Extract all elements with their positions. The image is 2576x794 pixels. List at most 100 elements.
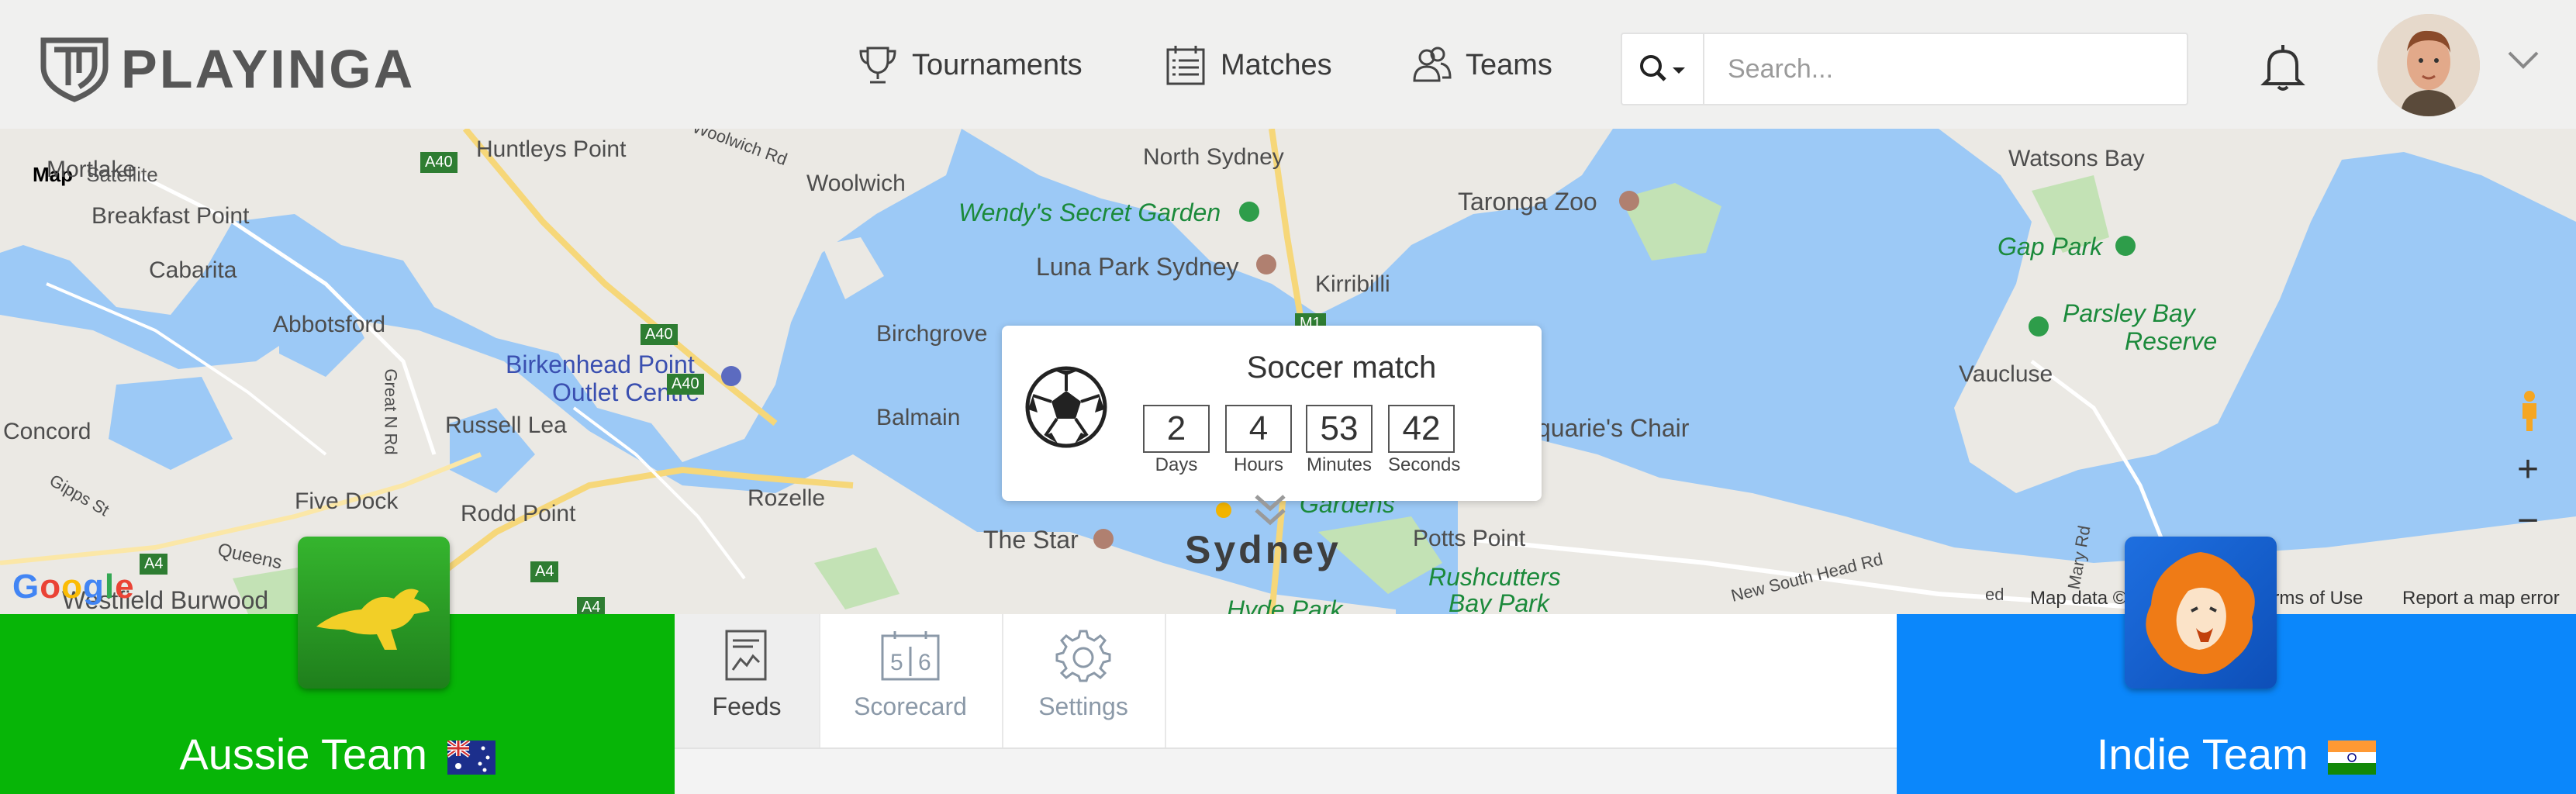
users-icon — [1413, 47, 1452, 82]
map-label: Cabarita — [149, 257, 237, 283]
countdown-label: Seconds — [1388, 454, 1461, 475]
park-marker-icon — [2029, 316, 2049, 337]
park-marker-icon — [1239, 202, 1259, 222]
australia-flag-icon — [447, 740, 496, 775]
map-label: Hyde Park — [1227, 596, 1343, 614]
poi-marker-icon — [1619, 191, 1639, 211]
map-label: Reserve — [2125, 327, 2218, 355]
scoreboard-digit: 6 — [918, 650, 931, 675]
poi-marker-icon — [1093, 529, 1114, 549]
search-input[interactable] — [1726, 53, 2163, 85]
map-label: Concord — [3, 419, 92, 444]
match-countdown-card[interactable]: Soccer match 2 Days 4 Hours 53 Minutes 4… — [1002, 326, 1542, 501]
nav-tournaments[interactable]: Tournaments — [856, 40, 1083, 90]
india-flag-icon — [2328, 740, 2377, 775]
street-view-pegman-icon[interactable] — [2517, 389, 2542, 433]
brand-logo[interactable]: PLAYINGA — [39, 36, 415, 102]
home-team-name-row: Aussie Team — [0, 729, 675, 779]
countdown-label: Hours — [1233, 454, 1284, 475]
scoreboard-digit: 5 — [890, 650, 903, 675]
map-label: The Star — [983, 526, 1079, 554]
map-label: Taronga Zoo — [1458, 188, 1597, 216]
kangaroo-logo-icon — [298, 537, 450, 689]
trophy-icon — [859, 47, 896, 84]
map-label: Rushcutters — [1428, 563, 1561, 591]
map-city-label: Sydney — [1185, 528, 1342, 571]
map-label: Bay Park — [1449, 589, 1549, 614]
zoom-out-button[interactable]: − — [2512, 502, 2543, 540]
road-shield: A4 — [530, 561, 559, 582]
chevron-down-icon[interactable] — [2506, 48, 2540, 71]
countdown-value: 4 — [1225, 405, 1292, 453]
map-label: Wendy's Secret Garden — [958, 198, 1221, 226]
map-label: Five Dock — [295, 488, 399, 514]
map-label: Watsons Bay — [2008, 146, 2145, 171]
map-label: Birchgrove — [876, 321, 988, 347]
nav-teams[interactable]: Teams — [1410, 40, 1552, 90]
map-label: Parsley Bay — [2063, 299, 2195, 327]
countdown-label: Days — [1155, 454, 1198, 475]
road-shield: A4 — [577, 597, 606, 614]
map-label: Breakfast Point — [92, 203, 250, 229]
road-shield: A40 — [667, 374, 704, 395]
countdown-value: 42 — [1388, 405, 1455, 453]
map-label: Potts Point — [1413, 526, 1526, 551]
tab-scorecard[interactable]: 5 6 Scorecard — [819, 614, 1003, 747]
road-shield: A4 — [140, 554, 168, 575]
double-chevron-down-icon[interactable] — [1250, 490, 1290, 532]
away-team-name: Indie Team — [2096, 730, 2308, 778]
tab-feeds-label: Feeds — [712, 692, 782, 720]
map-label: quarie's Chair — [1537, 414, 1690, 442]
search-icon — [1640, 55, 1685, 81]
road-shield: A40 — [641, 324, 678, 345]
nav-tournaments-label: Tournaments — [912, 48, 1083, 81]
nav-matches-label: Matches — [1221, 48, 1332, 81]
user-photo — [2377, 14, 2480, 116]
map-label: Russell Lea — [445, 413, 567, 438]
match-title: Soccer match — [1246, 350, 1437, 385]
map-label: Rozelle — [748, 485, 826, 511]
park-marker-icon — [2115, 236, 2136, 256]
home-team-logo[interactable] — [298, 537, 450, 689]
search-box — [1621, 33, 2188, 105]
tab-scorecard-label: Scorecard — [854, 692, 967, 720]
terms-of-use-link[interactable]: erms of Use — [2263, 588, 2363, 609]
brand-name: PLAYINGA — [121, 39, 416, 99]
countdown-hours: 4 Hours — [1225, 405, 1292, 476]
map-label: Vaucluse — [1959, 361, 2053, 387]
poi-marker-icon — [1256, 254, 1276, 274]
chart-document-icon — [725, 630, 767, 681]
zoom-in-button[interactable]: + — [2512, 451, 2543, 488]
poi-marker-icon — [721, 366, 741, 386]
google-logo: Google — [12, 568, 135, 606]
calendar-list-icon — [1166, 46, 1205, 85]
map-label: Kirribilli — [1315, 271, 1390, 297]
shield-logo-icon — [40, 37, 109, 102]
road-shield: A40 — [420, 152, 458, 173]
top-header: PLAYINGA Tournaments Matches Teams — [0, 0, 2576, 129]
tab-settings[interactable]: Settings — [1002, 614, 1166, 747]
match-tabs: Feeds 5 6 Scorecard Settings — [675, 614, 1897, 749]
map-label: Huntleys Point — [476, 136, 627, 162]
map-label: Balmain — [876, 405, 961, 430]
lion-logo-icon — [2125, 537, 2277, 689]
report-map-error-link[interactable]: Report a map error — [2402, 588, 2560, 609]
away-team-logo[interactable] — [2125, 537, 2277, 689]
map-label: Luna Park Sydney — [1036, 253, 1239, 281]
map-label: Gap Park — [1998, 233, 2103, 261]
map-label: Mortlake — [47, 157, 136, 182]
user-avatar[interactable] — [2377, 14, 2480, 116]
map-label: Rodd Point — [461, 501, 576, 526]
map-label: Great N Rd — [381, 368, 401, 455]
gear-icon — [1055, 630, 1111, 682]
away-team-name-row: Indie Team — [1897, 729, 2576, 779]
countdown-days: 2 Days — [1143, 405, 1210, 476]
tab-feeds[interactable]: Feeds — [675, 614, 820, 747]
nav-matches[interactable]: Matches — [1165, 40, 1332, 90]
map-label: North Sydney — [1143, 144, 1284, 170]
scoreboard-icon: 5 6 — [881, 631, 940, 681]
countdown-minutes: 53 Minutes — [1306, 405, 1373, 476]
bell-icon[interactable] — [2258, 42, 2308, 93]
search-scope-button[interactable] — [1622, 34, 1704, 104]
map-label: Abbotsford — [273, 312, 386, 337]
